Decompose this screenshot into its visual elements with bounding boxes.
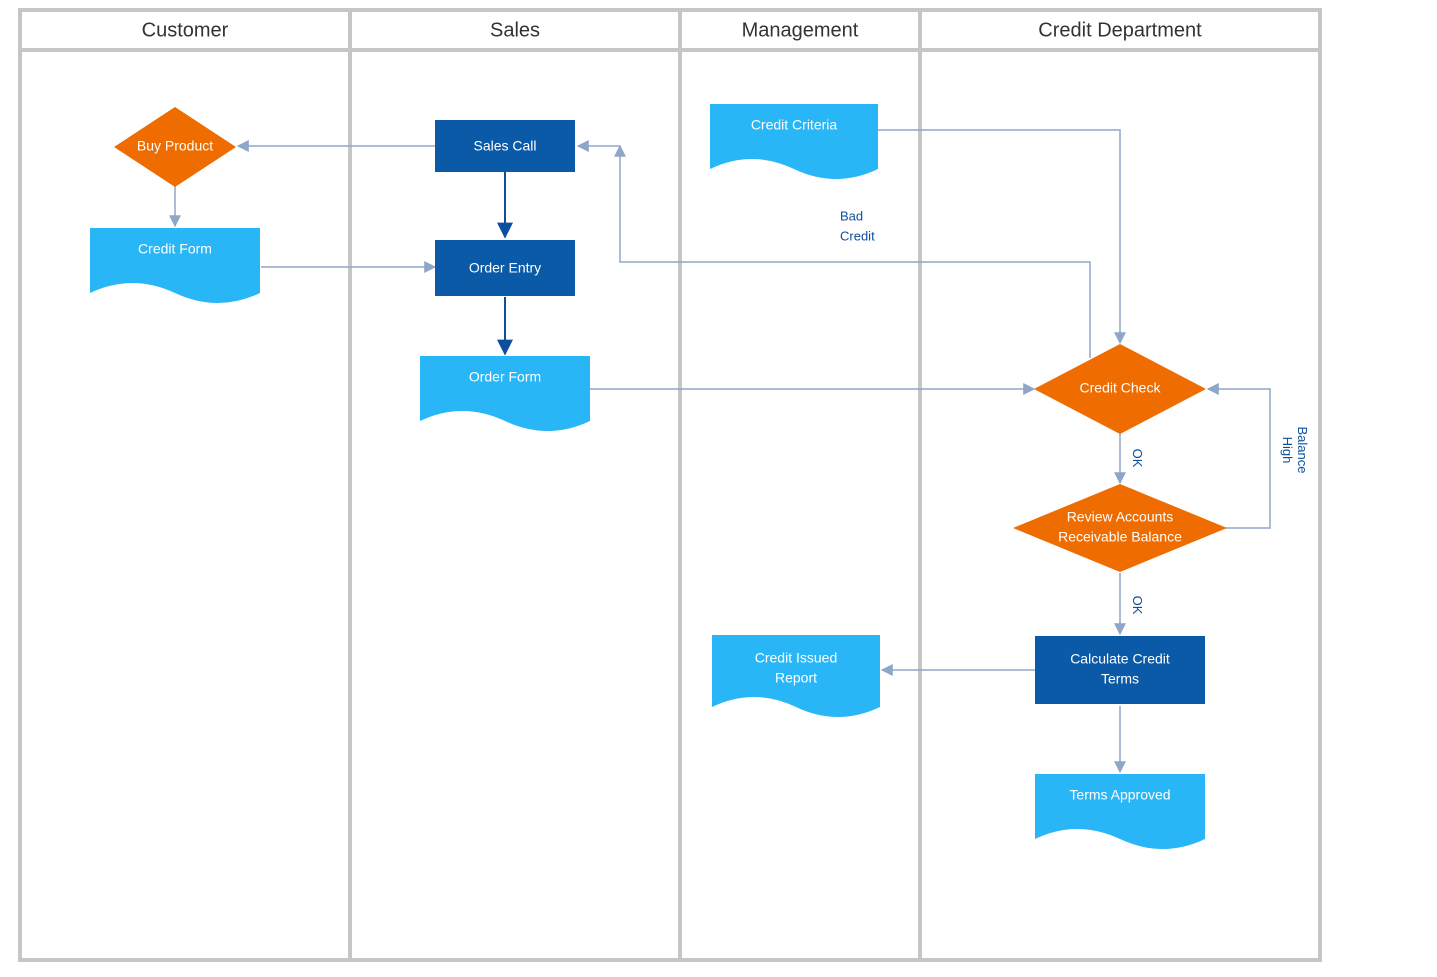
swimlane-flowchart: Customer Sales Management Credit Departm…	[0, 0, 1437, 977]
node-terms-approved: Terms Approved	[1035, 774, 1205, 849]
node-credit-check: Credit Check	[1034, 344, 1206, 434]
edge-label-credit: Credit	[840, 228, 875, 243]
node-credit-criteria: Credit Criteria	[710, 104, 878, 179]
lane-header-sales: Sales	[490, 19, 540, 41]
node-order-entry: Order Entry	[435, 240, 575, 296]
lane-header-credit: Credit Department	[1038, 19, 1202, 41]
node-credit-form: Credit Form	[90, 228, 260, 303]
node-review-accounts-label1: Review Accounts	[1067, 509, 1174, 525]
lane-header-customer: Customer	[142, 19, 229, 41]
edge-creditcheck-salescall-badcredit	[620, 146, 1090, 358]
node-terms-approved-label: Terms Approved	[1069, 787, 1170, 803]
edge-label-ok1: OK	[1130, 449, 1145, 468]
edge-creditcriteria-creditcheck	[878, 130, 1120, 343]
node-order-entry-label: Order Entry	[469, 260, 541, 276]
edge-label-balance: Balance	[1295, 427, 1310, 474]
node-calc-credit-terms: Calculate Credit Terms	[1035, 636, 1205, 704]
edge-review-creditcheck-highbalance	[1208, 389, 1270, 528]
node-review-accounts: Review Accounts Receivable Balance	[1013, 484, 1227, 572]
node-credit-issued-report-label2: Report	[775, 670, 817, 686]
node-calc-credit-terms-label2: Terms	[1101, 671, 1139, 687]
node-credit-form-label: Credit Form	[138, 241, 212, 257]
node-credit-issued-report-label1: Credit Issued	[755, 650, 837, 666]
node-sales-call: Sales Call	[435, 120, 575, 172]
node-order-form: Order Form	[420, 356, 590, 431]
node-review-accounts-label2: Receivable Balance	[1058, 529, 1182, 545]
edge-label-ok2: OK	[1130, 596, 1145, 615]
node-buy-product: Buy Product	[114, 107, 236, 187]
edge-label-bad: Bad	[840, 208, 863, 223]
node-credit-check-label: Credit Check	[1080, 380, 1162, 396]
node-buy-product-label: Buy Product	[137, 138, 213, 154]
lane-header-management: Management	[742, 19, 859, 41]
node-sales-call-label: Sales Call	[473, 138, 536, 154]
edge-label-high: High	[1280, 437, 1295, 464]
node-order-form-label: Order Form	[469, 369, 541, 385]
node-credit-criteria-label: Credit Criteria	[751, 117, 838, 133]
node-calc-credit-terms-label1: Calculate Credit	[1070, 651, 1170, 667]
node-credit-issued-report: Credit Issued Report	[712, 635, 880, 717]
